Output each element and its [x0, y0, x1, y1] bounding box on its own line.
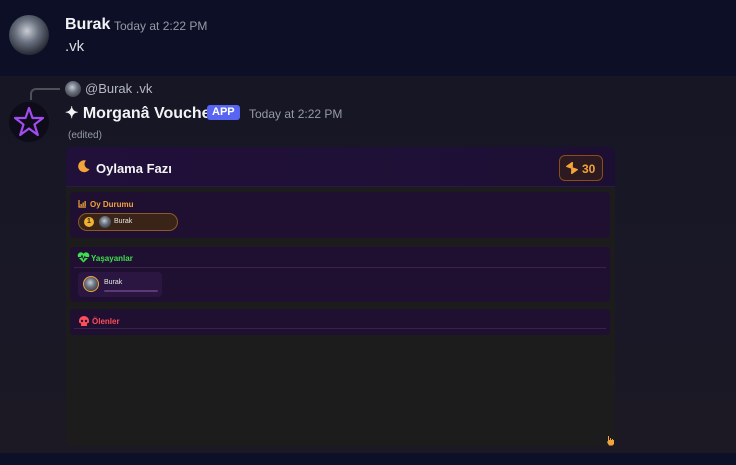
- avatar: [83, 276, 99, 292]
- username[interactable]: Burak: [65, 16, 110, 34]
- vote-entry[interactable]: 1 Burak: [78, 213, 178, 231]
- divider: [74, 328, 606, 329]
- hand-cursor-icon: [607, 436, 614, 446]
- divider: [74, 267, 606, 268]
- chart-icon: [78, 200, 86, 208]
- embed-header: Oylama Fazı 30: [66, 147, 615, 187]
- footer-strip: [0, 453, 736, 465]
- embed-title: Oylama Fazı: [96, 161, 172, 176]
- bot-username[interactable]: ✦ Morganâ Voucher: [65, 103, 217, 123]
- vote-player-name: Burak: [114, 218, 133, 225]
- vote-section-label: Oy Durumu: [90, 200, 134, 209]
- skull-icon: [79, 316, 89, 326]
- app-badge: APP: [207, 105, 240, 120]
- vote-panel: Oy Durumu 1 Burak: [70, 192, 610, 238]
- dead-section-label: Ölenler: [92, 317, 120, 326]
- bot-avatar[interactable]: [9, 102, 49, 142]
- timer-badge: 30: [559, 155, 603, 181]
- heartbeat-icon: [77, 252, 90, 263]
- reply-preview[interactable]: @Burak .vk: [85, 81, 152, 96]
- timestamp: Today at 2:22 PM: [249, 107, 343, 121]
- edited-label: (edited): [68, 130, 102, 141]
- reply-avatar[interactable]: [65, 81, 81, 97]
- message-burak: [0, 0, 736, 76]
- moon-icon: [78, 160, 90, 173]
- game-embed: Oylama Fazı 30 Oy Durumu 1 Burak Yaşayan…: [66, 147, 615, 446]
- alive-player-card[interactable]: Burak: [78, 272, 162, 297]
- avatar: [99, 216, 111, 228]
- star-icon: [9, 102, 49, 142]
- timestamp: Today at 2:22 PM: [114, 19, 208, 33]
- player-status-bar: [104, 290, 158, 292]
- alive-panel: Yaşayanlar Burak: [70, 247, 610, 302]
- alive-section-label: Yaşayanlar: [91, 254, 133, 263]
- vote-count: 1: [84, 217, 94, 227]
- hourglass-icon: [566, 162, 578, 174]
- reply-connector: [30, 88, 60, 100]
- alive-player-name: Burak: [104, 279, 123, 286]
- avatar[interactable]: [9, 15, 49, 55]
- timer-value: 30: [582, 162, 596, 176]
- dead-panel: Ölenler: [70, 309, 610, 335]
- message-content: .vk: [65, 38, 85, 55]
